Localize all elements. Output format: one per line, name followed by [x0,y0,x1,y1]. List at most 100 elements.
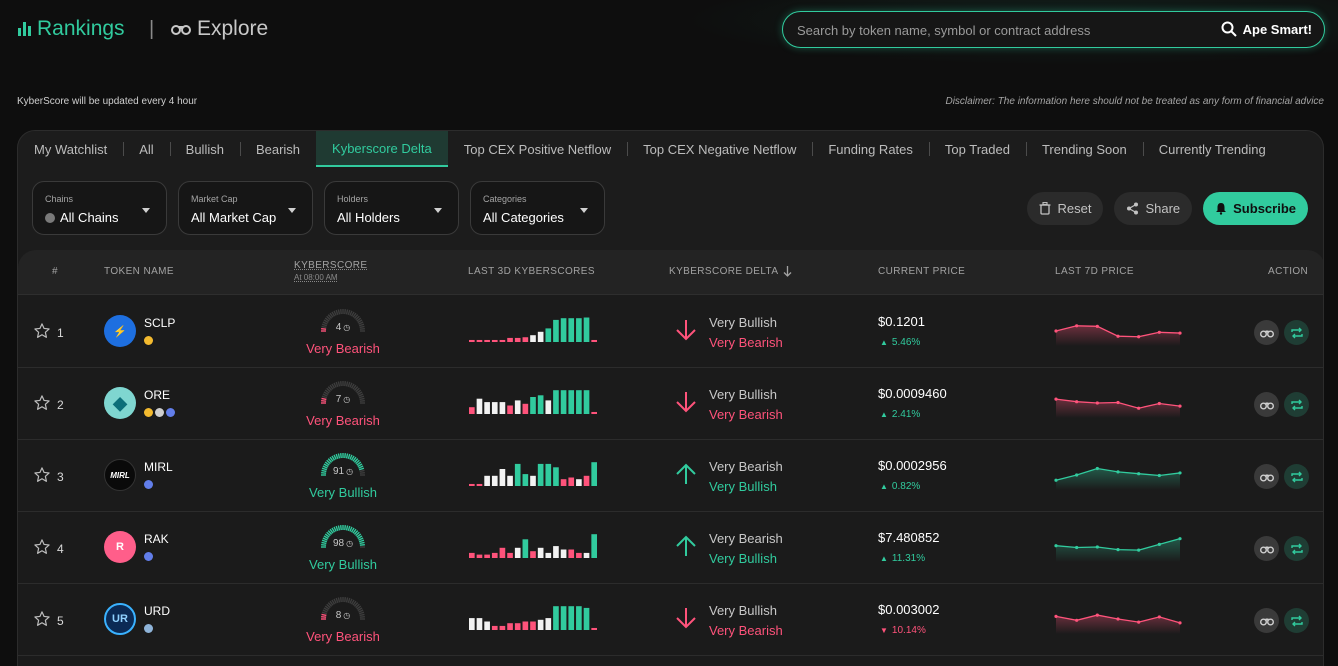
categories-filter[interactable]: Categories All Categories [470,181,605,235]
holders-filter[interactable]: Holders All Holders [324,181,459,235]
kyberscore-bar [484,475,490,486]
kyberscore-bar [591,411,597,414]
kyberscore-bar [560,606,567,630]
tab-all[interactable]: All [123,131,169,167]
swap-token-button[interactable] [1284,608,1309,633]
triangle-up-icon: ▲ [880,482,888,491]
tab-kyberscore-delta[interactable]: Kyberscore Delta [316,131,448,167]
tab-top-cex-positive-netflow[interactable]: Top CEX Positive Netflow [448,131,627,167]
sparkline-point [1137,620,1141,624]
tab-funding-rates[interactable]: Funding Rates [812,131,929,167]
star-icon[interactable] [33,394,51,412]
arrow-down-icon [676,608,696,629]
table-row[interactable]: 1 ⚡ SCLP 4 ◷ Very Bearish Very Bullish Very Bea… [18,296,1323,368]
chain-icon [144,624,153,633]
arrow-up-icon [676,535,696,556]
explore-token-button[interactable] [1254,464,1279,489]
tab-currently-trending[interactable]: Currently Trending [1142,131,1282,167]
binoculars-icon [1259,618,1274,625]
tab-top-traded[interactable]: Top Traded [928,131,1026,167]
sparkline-point [1137,548,1141,552]
star-icon[interactable] [33,322,51,340]
binoculars-icon [1259,474,1274,481]
nav-rankings[interactable]: Rankings [18,17,125,41]
tab-bullish[interactable]: Bullish [169,131,240,167]
triangle-down-icon: ▼ [880,626,888,635]
holders-filter-label: Holders [337,194,369,204]
kyberscore-bar [507,475,513,486]
clock-icon: ◷ [346,539,354,548]
kyberscore-gauge: 98 ◷ Very Bullish [300,524,386,574]
current-price: $0.0009460 [878,386,947,401]
kyberscore-value: 98 ◷ [300,538,386,549]
ape-smart-button[interactable]: Ape Smart! [1221,21,1312,37]
kyberscore-bar [530,335,536,342]
explore-token-button[interactable] [1254,392,1279,417]
price-change-value: 0.82% [891,481,921,492]
holders-filter-value: All Holders [337,210,400,225]
kyberscore-bar [591,627,597,630]
kyberscore-bar [576,606,582,630]
market-cap-filter[interactable]: Market Cap All Market Cap [178,181,313,235]
star-icon[interactable] [33,466,51,484]
table-row[interactable]: 4 R RAK 98 ◷ Very Bullish Very Bearish Very Bul… [18,512,1323,584]
binoculars-icon [1259,330,1274,337]
kyberscore-bar [583,552,590,558]
table-row[interactable]: 5 UR URD 8 ◷ Very Bearish Very Bullish Very Bea… [18,584,1323,656]
subscribe-button[interactable]: Subscribe [1203,192,1308,225]
kyberscore-3d-bars [469,462,597,486]
star-icon[interactable] [33,538,51,556]
sparkline-point [1095,613,1099,617]
token-symbol: URD [144,604,170,618]
current-price: $7.480852 [878,530,940,545]
sparkline-point [1157,542,1161,546]
triangle-up-icon: ▲ [880,338,888,347]
kyberscore-bar [522,474,529,486]
price-7d-sparkline [1054,613,1182,634]
tab-my-watchlist[interactable]: My Watchlist [18,131,123,167]
sparkline-point [1054,614,1058,618]
col-last-3d: LAST 3D KYBERSCORES [468,266,595,277]
star-icon[interactable] [33,610,51,628]
chains-filter[interactable]: Chains All Chains [32,181,167,235]
sparkline-point [1137,335,1141,339]
kyberscore-bar [553,546,559,558]
sparkline-point [1095,324,1099,328]
tab-trending-soon[interactable]: Trending Soon [1025,131,1143,167]
kyberscore-bar [514,623,521,630]
sparkline-point [1075,473,1079,477]
sparkline-point [1054,544,1058,548]
reset-button[interactable]: Reset [1027,192,1104,225]
tab-bearish[interactable]: Bearish [239,131,316,167]
sparkline-point [1178,471,1182,475]
kyberscore-bar [591,462,597,486]
swap-token-button[interactable] [1284,464,1309,489]
kyberscore-bar [568,477,575,486]
search-input[interactable] [797,21,1197,39]
share-button[interactable]: Share [1114,192,1193,225]
triangle-up-icon: ▲ [880,554,888,563]
explore-token-button[interactable] [1254,608,1279,633]
table-row[interactable]: 2 ◆ ORE 7 ◷ Very Bearish Very Bullish Very Bear… [18,368,1323,440]
token-symbol: ORE [144,388,171,402]
kyberscore-bar [491,339,498,342]
kyberscore-bar [591,534,597,558]
table-row[interactable]: 3 MIRL MIRL 91 ◷ Very Bullish Very Bearish Very… [18,440,1323,512]
nav-explore[interactable]: Explore [171,17,268,41]
swap-token-button[interactable] [1284,536,1309,561]
tab-top-cex-negative-netflow[interactable]: Top CEX Negative Netflow [627,131,812,167]
kyberscore-bar [583,390,590,414]
chain-icon [144,552,153,561]
sparkline-point [1075,618,1079,622]
swap-token-button[interactable] [1284,392,1309,417]
kyberscore-bar [537,331,544,342]
kyberscore-bar [484,621,490,630]
explore-token-button[interactable] [1254,320,1279,345]
swap-token-button[interactable] [1284,320,1309,345]
kyberscore-bar [469,483,475,486]
col-kyberscore[interactable]: KYBERSCORE At 08:00 AM [294,260,367,282]
explore-token-button[interactable] [1254,536,1279,561]
kyberscore-bar [522,539,529,558]
kyberscore-bar [476,483,483,486]
col-delta[interactable]: KYBERSCORE DELTA [669,266,792,277]
